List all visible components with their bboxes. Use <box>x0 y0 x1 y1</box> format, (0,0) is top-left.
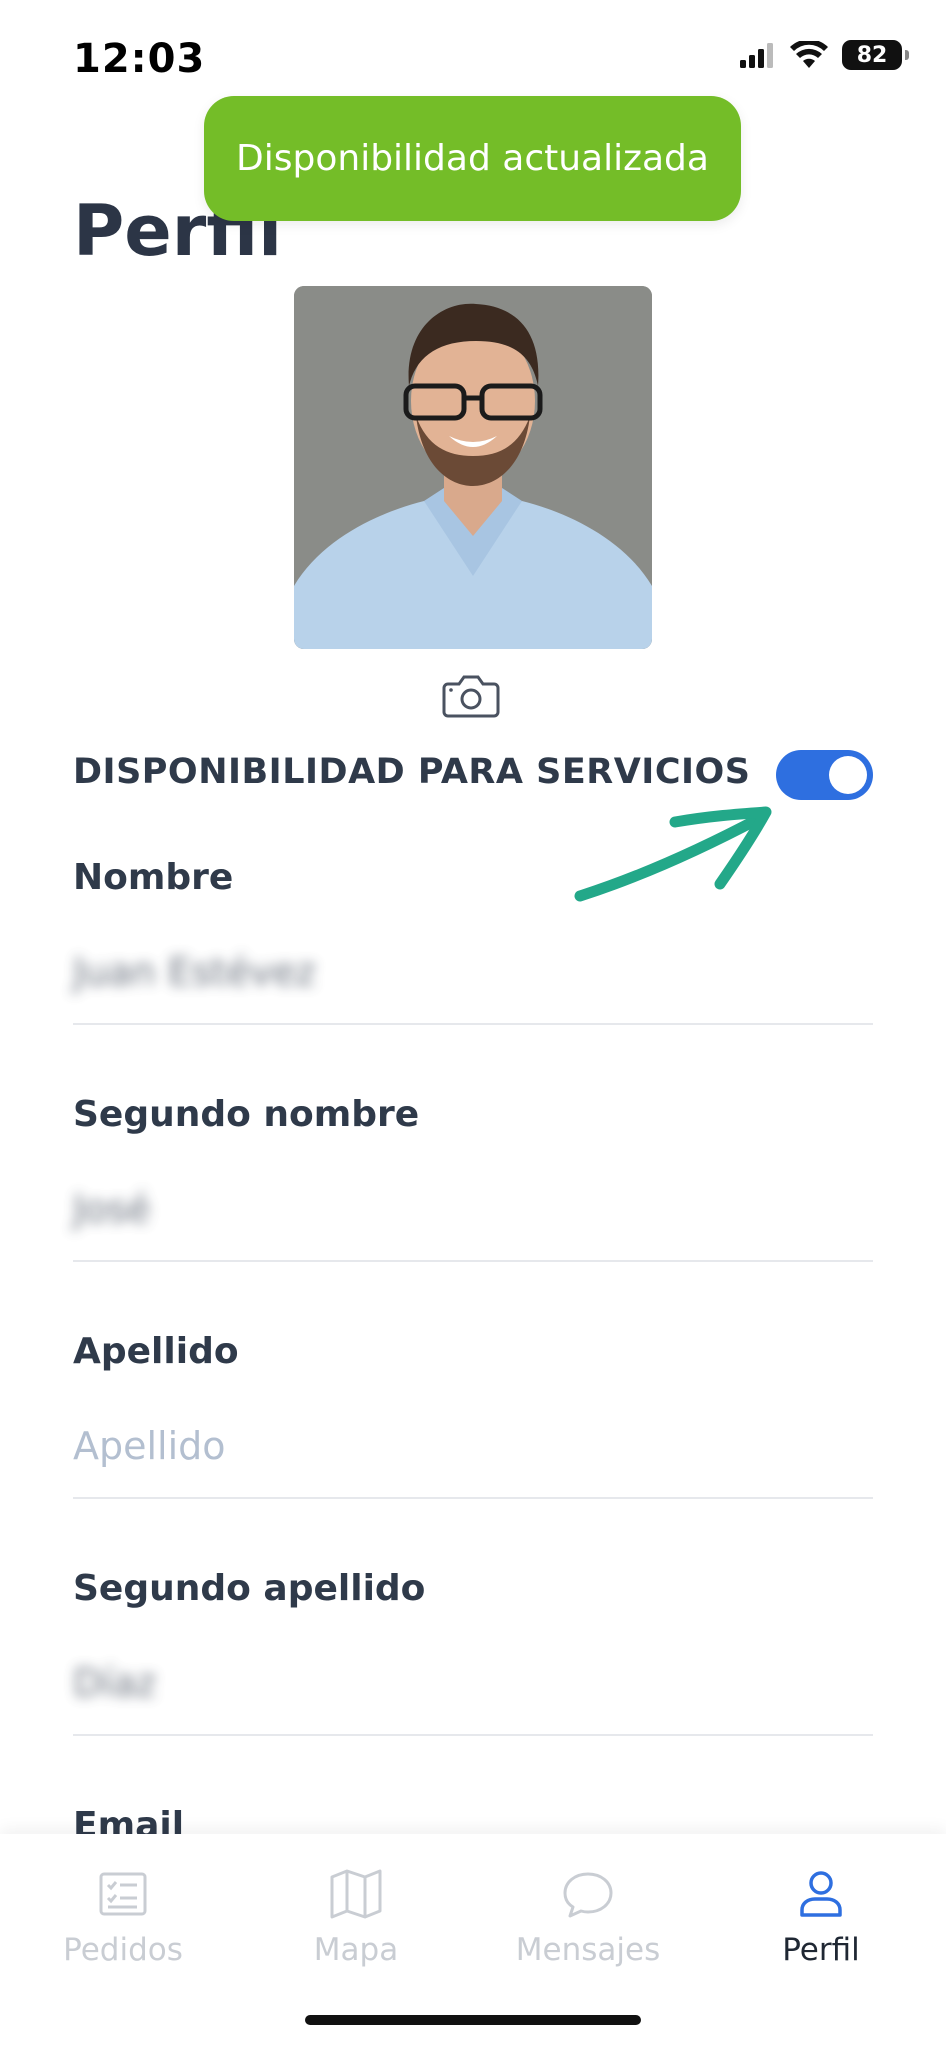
profile-photo[interactable] <box>294 286 652 649</box>
field-label: Nombre <box>73 857 234 898</box>
tab-pedidos[interactable]: Pedidos <box>23 1864 223 1968</box>
field-label: Segundo nombre <box>73 1094 420 1135</box>
status-icons: 82 <box>740 40 909 70</box>
bottom-tab-bar: Pedidos Mapa Mensajes Perfil <box>0 1834 946 2048</box>
home-indicator <box>305 2015 641 2025</box>
availability-toggle[interactable] <box>776 750 873 800</box>
camera-icon[interactable] <box>442 674 500 718</box>
field-label: Segundo apellido <box>73 1568 426 1609</box>
apellido-input[interactable]: Apellido <box>73 1424 873 1472</box>
segundo-nombre-input[interactable]: José <box>73 1187 873 1235</box>
tab-label: Mapa <box>313 1932 399 1968</box>
battery-icon: 82 <box>842 40 909 70</box>
person-illustration <box>294 286 652 649</box>
tab-perfil[interactable]: Perfil <box>721 1864 921 1968</box>
field-segundo-nombre: Segundo nombre José <box>73 1094 873 1262</box>
chat-bubble-icon <box>563 1872 613 1918</box>
availability-label: DISPONIBILIDAD PARA SERVICIOS <box>73 752 751 792</box>
field-divider <box>73 1023 873 1025</box>
field-nombre: Nombre Juan Estévez <box>73 857 873 1025</box>
cellular-signal-icon <box>740 43 773 68</box>
nombre-input[interactable]: Juan Estévez <box>73 950 873 998</box>
wifi-icon <box>790 41 828 68</box>
field-label: Apellido <box>73 1331 239 1372</box>
toggle-knob <box>829 756 867 794</box>
tab-label: Perfil <box>782 1932 860 1968</box>
field-divider <box>73 1260 873 1262</box>
tab-label: Mensajes <box>515 1932 661 1968</box>
field-apellido: Apellido Apellido <box>73 1331 873 1499</box>
tab-label: Pedidos <box>63 1932 183 1968</box>
field-segundo-apellido: Segundo apellido Díaz <box>73 1568 873 1736</box>
segundo-apellido-input[interactable]: Díaz <box>73 1661 873 1709</box>
map-icon <box>330 1869 382 1919</box>
battery-level: 82 <box>856 42 888 68</box>
toast-message: Disponibilidad actualizada <box>236 138 709 179</box>
tab-mapa[interactable]: Mapa <box>256 1864 456 1968</box>
status-time: 12:03 <box>73 36 206 82</box>
checklist-icon <box>99 1872 147 1916</box>
user-icon <box>800 1871 842 1917</box>
availability-updated-toast: Disponibilidad actualizada <box>204 96 741 221</box>
tab-mensajes[interactable]: Mensajes <box>488 1864 688 1968</box>
field-divider <box>73 1734 873 1736</box>
field-divider <box>73 1497 873 1499</box>
